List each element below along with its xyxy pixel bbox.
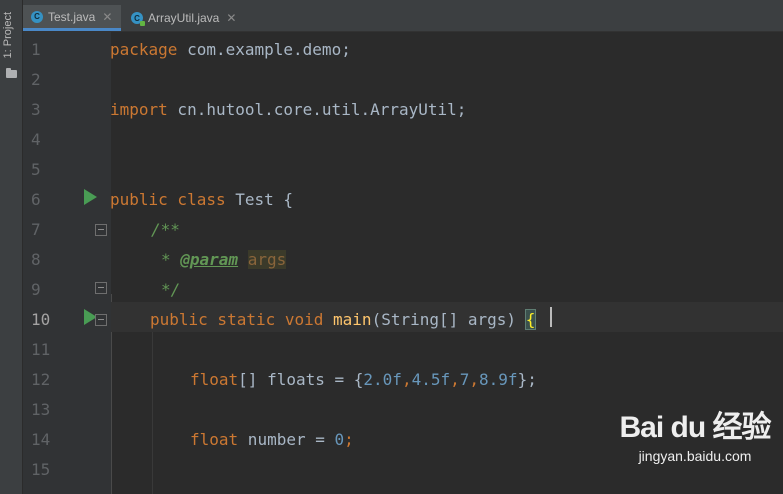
code-line-12: float[] floats = {2.0f,4.5f,7,8.9f}; [190,365,537,395]
line-number-current: 10 [31,310,51,329]
fold-icon[interactable] [95,282,107,294]
line-number: 8 [31,250,41,269]
semicolon: ; [344,430,354,449]
number-literal: 0 [334,430,345,449]
keyword: import [110,100,168,119]
fold-icon[interactable] [95,224,107,236]
code-text: cn.hutool.core.util.ArrayUtil; [167,100,467,119]
java-class-icon: C [31,10,43,23]
project-tool-window-strip: 1: Project [0,0,23,494]
code-line-1: package com.example.demo; [110,35,351,65]
line-number: 13 [31,400,51,419]
line-number: 7 [31,220,41,239]
watermark-url: jingyan.baidu.com [638,448,752,464]
editor-gutter[interactable]: 1 2 3 4 5 6 7 8 9 10 11 12 13 14 15 [23,32,112,494]
matched-brace: { [524,309,537,330]
line-number: 3 [31,100,41,119]
number-literal: 2.0f [363,370,402,389]
line-number: 15 [31,460,51,479]
close-icon[interactable]: ✕ [226,11,236,25]
java-class-icon: C [131,12,145,26]
keyword: public class [110,190,226,209]
editor-tab-bar: C Test.java ✕ C ArrayUtil.java ✕ [23,0,783,32]
line-number: 6 [31,190,41,209]
text-caret [550,307,552,327]
javadoc-tag: @param [180,250,239,269]
tab-test-java[interactable]: C Test.java ✕ [23,5,121,31]
code-line-7: /** [151,220,180,239]
number-literal: 4.5f [411,370,451,389]
number-literal: 8.9f [479,370,518,389]
code-line-8: * @param args [161,245,287,275]
keyword: float [190,430,239,449]
code-line-14: float number = 0; [190,425,354,455]
code-text: number = [238,430,335,449]
indent-guide [152,332,153,494]
line-number: 1 [31,40,41,59]
baidu-jingyan-watermark: Bai du 经验 jingyan.baidu.com [615,402,775,482]
comma: , [469,370,480,389]
keyword: float [190,370,239,389]
line-number: 2 [31,70,41,89]
code-line-6: public class Test { [110,185,293,215]
code-line-3: import cn.hutool.core.util.ArrayUtil; [110,95,466,125]
folder-icon[interactable] [6,68,17,78]
method-name: main [333,310,372,329]
close-icon[interactable]: ✕ [102,10,112,24]
line-number: 5 [31,160,41,179]
code-text: [] floats = { [238,370,364,389]
tab-arrayutil-java[interactable]: C ArrayUtil.java ✕ [123,5,249,31]
line-number: 14 [31,430,51,449]
number-literal: 7 [459,370,470,389]
comma: , [401,370,412,389]
line-number: 11 [31,340,51,359]
line-number: 9 [31,280,41,299]
tab-label: ArrayUtil.java [148,11,220,25]
run-class-icon[interactable] [84,189,97,205]
code-text: com.example.demo; [177,40,351,59]
keyword: public static void [150,310,324,329]
code-text: Test { [225,190,294,209]
param-name: args [247,250,287,269]
code-line-9: */ [161,280,181,299]
code-text: }; [517,370,537,389]
tab-label: Test.java [48,9,96,24]
comma: , [450,370,460,389]
keyword: package [110,40,178,59]
code-text: (String[] args) [371,310,526,329]
line-number: 12 [31,370,51,389]
watermark-logo: Bai du 经验 [619,411,771,444]
fold-icon[interactable] [95,314,107,326]
doc-comment: * [161,250,181,269]
code-line-10: public static void main(String[] args) { [150,305,537,335]
project-panel-toggle[interactable]: 1: Project [2,12,14,58]
line-number: 4 [31,130,41,149]
